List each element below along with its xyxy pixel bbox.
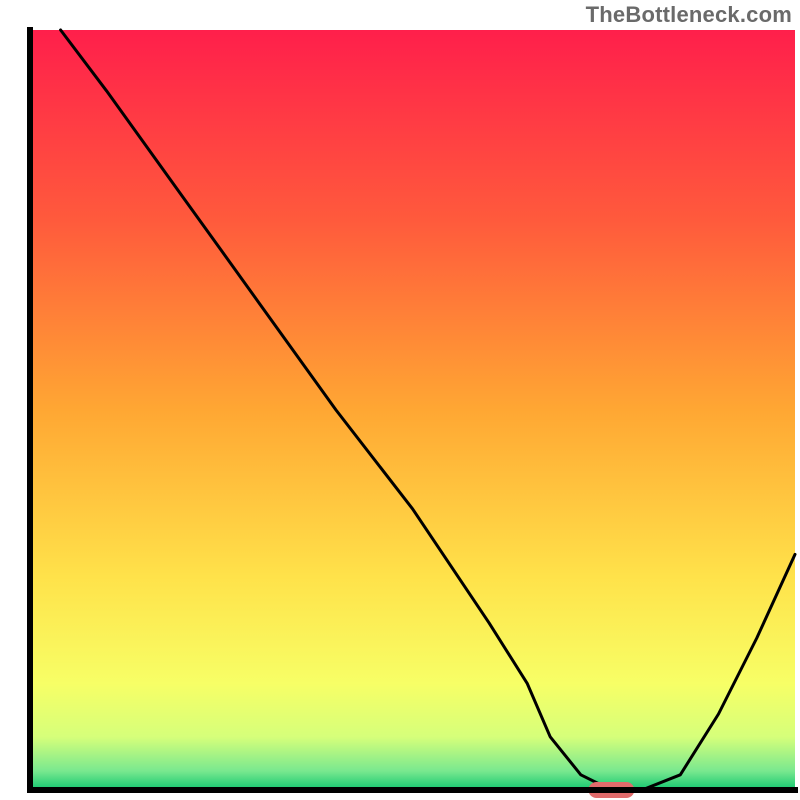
watermark-label: TheBottleneck.com xyxy=(586,2,792,28)
plot-svg xyxy=(0,0,800,800)
bottleneck-chart: TheBottleneck.com xyxy=(0,0,800,800)
